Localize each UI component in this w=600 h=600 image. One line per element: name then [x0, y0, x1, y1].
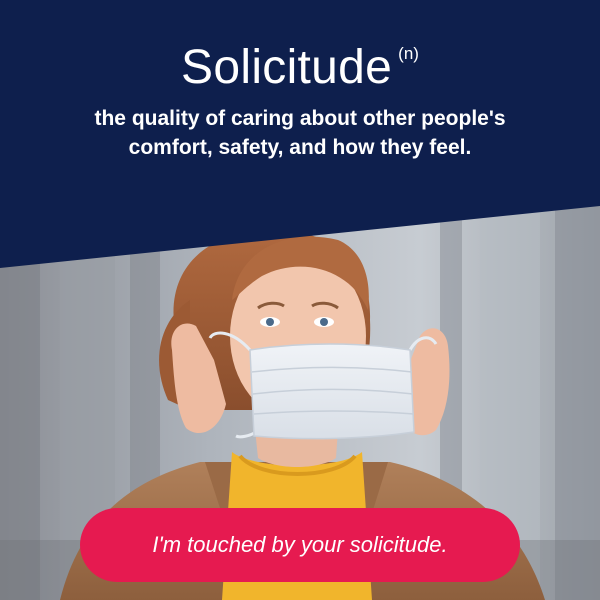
definition-line-2: comfort, safety, and how they feel.	[128, 136, 472, 159]
word-title: Solicitude (n)	[0, 40, 600, 95]
example-sentence: I'm touched by your solicitude.	[152, 532, 448, 557]
headword: Solicitude	[181, 41, 393, 94]
part-of-speech: (n)	[398, 44, 419, 63]
word-card: Solicitude (n) the quality of caring abou…	[0, 0, 600, 600]
definition-text: the quality of caring about other people…	[30, 104, 570, 162]
definition-line-1: the quality of caring about other people…	[94, 107, 506, 130]
example-sentence-pill: I'm touched by your solicitude.	[80, 508, 520, 582]
